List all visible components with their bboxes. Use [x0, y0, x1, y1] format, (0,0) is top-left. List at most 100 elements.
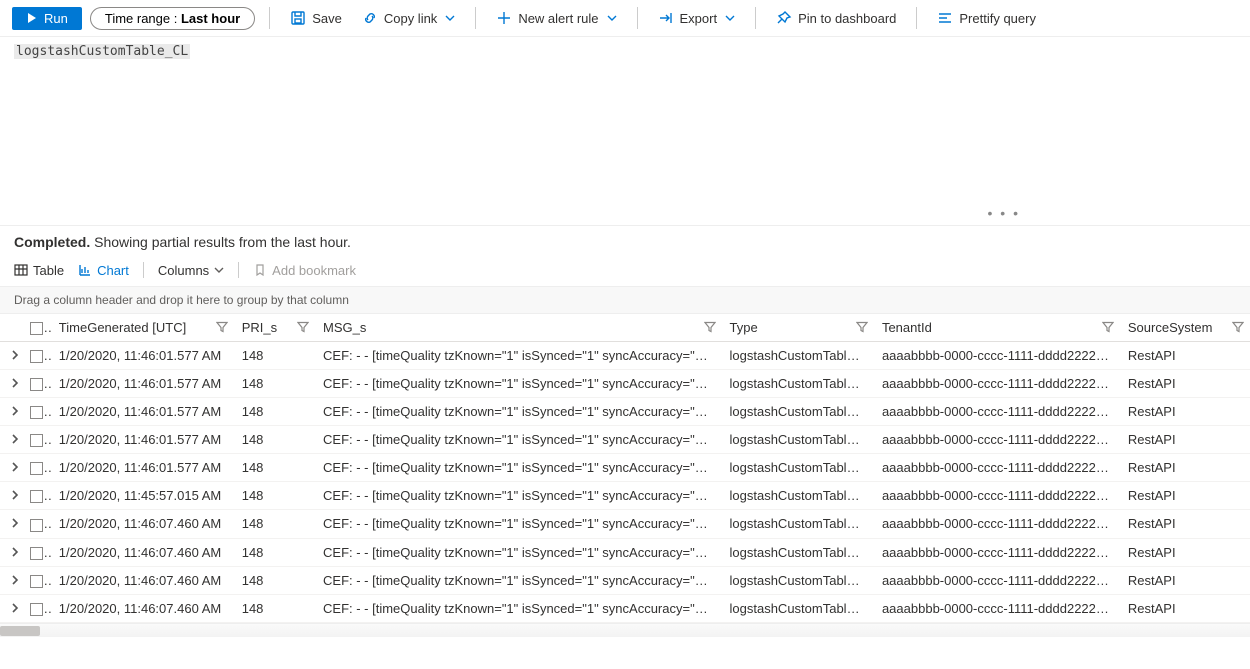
- pin-label: Pin to dashboard: [798, 11, 896, 26]
- header-timegenerated[interactable]: TimeGenerated [UTC]: [51, 314, 234, 342]
- row-checkbox[interactable]: [30, 406, 43, 419]
- row-checkbox[interactable]: [30, 350, 43, 363]
- table-row[interactable]: 1/20/2020, 11:46:07.460 AM148CEF: - - [t…: [0, 538, 1250, 566]
- status-detail: Showing partial results from the last ho…: [90, 234, 351, 250]
- filter-icon[interactable]: [297, 320, 309, 335]
- chevron-down-icon: [214, 265, 224, 275]
- expand-row-button[interactable]: [8, 432, 22, 446]
- row-checkbox[interactable]: [30, 462, 43, 475]
- expand-row-button[interactable]: [8, 573, 22, 587]
- cell-msg: CEF: - - [timeQuality tzKnown="1" isSync…: [315, 538, 722, 566]
- table-row[interactable]: 1/20/2020, 11:46:07.460 AM148CEF: - - [t…: [0, 510, 1250, 538]
- new-alert-rule-button[interactable]: New alert rule: [490, 6, 622, 30]
- columns-dropdown[interactable]: Columns: [158, 263, 224, 278]
- horizontal-scrollbar[interactable]: [0, 623, 1250, 637]
- expand-row-button[interactable]: [8, 601, 22, 615]
- table-row[interactable]: 1/20/2020, 11:46:01.577 AM148CEF: - - [t…: [0, 398, 1250, 426]
- cell-pri: 148: [234, 398, 315, 426]
- view-table-tab[interactable]: Table: [14, 263, 64, 278]
- time-range-value: Last hour: [181, 11, 240, 26]
- row-checkbox[interactable]: [30, 490, 43, 503]
- expand-row-button[interactable]: [8, 516, 22, 530]
- table-row[interactable]: 1/20/2020, 11:46:01.577 AM148CEF: - - [t…: [0, 426, 1250, 454]
- chevron-down-icon: [607, 13, 617, 23]
- header-expand: [0, 314, 22, 342]
- table-row[interactable]: 1/20/2020, 11:46:07.460 AM148CEF: - - [t…: [0, 594, 1250, 622]
- cell-src: RestAPI: [1120, 482, 1250, 510]
- chart-icon: [78, 263, 92, 277]
- table-row[interactable]: 1/20/2020, 11:46:07.460 AM148CEF: - - [t…: [0, 566, 1250, 594]
- filter-icon[interactable]: [1102, 320, 1114, 335]
- query-editor[interactable]: logstashCustomTable_CL • • •: [0, 36, 1250, 226]
- add-bookmark-button: Add bookmark: [253, 263, 356, 278]
- time-range-picker[interactable]: Time range : Last hour: [90, 7, 255, 30]
- prettify-query-button[interactable]: Prettify query: [931, 6, 1042, 30]
- header-type[interactable]: Type: [722, 314, 874, 342]
- separator: [238, 262, 239, 278]
- cell-type: logstashCustomTable_CL: [722, 510, 874, 538]
- cell-msg: CEF: - - [timeQuality tzKnown="1" isSync…: [315, 510, 722, 538]
- col-pri-label: PRI_s: [242, 320, 277, 335]
- row-checkbox[interactable]: [30, 519, 43, 532]
- cell-tenant: aaaabbbb-0000-cccc-1111-dddd2222eeee: [874, 538, 1120, 566]
- expand-row-button[interactable]: [8, 460, 22, 474]
- row-checkbox[interactable]: [30, 547, 43, 560]
- filter-icon[interactable]: [704, 320, 716, 335]
- row-checkbox[interactable]: [30, 434, 43, 447]
- run-button[interactable]: Run: [12, 7, 82, 30]
- filter-icon[interactable]: [856, 320, 868, 335]
- filter-icon[interactable]: [216, 320, 228, 335]
- table-row[interactable]: 1/20/2020, 11:46:01.577 AM148CEF: - - [t…: [0, 454, 1250, 482]
- results-grid: TimeGenerated [UTC] PRI_s MSG_s Type Ten…: [0, 314, 1250, 637]
- prettify-label: Prettify query: [959, 11, 1036, 26]
- table-row[interactable]: 1/20/2020, 11:46:01.577 AM148CEF: - - [t…: [0, 342, 1250, 370]
- copy-link-button[interactable]: Copy link: [356, 6, 461, 30]
- row-checkbox[interactable]: [30, 603, 43, 616]
- row-checkbox[interactable]: [30, 378, 43, 391]
- link-icon: [362, 10, 378, 26]
- separator: [916, 7, 917, 29]
- cell-type: logstashCustomTable_CL: [722, 426, 874, 454]
- chevron-down-icon: [725, 13, 735, 23]
- status-bar: Completed. Showing partial results from …: [0, 226, 1250, 258]
- export-button[interactable]: Export: [652, 6, 742, 30]
- table-icon: [14, 263, 28, 277]
- query-text: logstashCustomTable_CL: [14, 44, 190, 59]
- header-sourcesystem[interactable]: SourceSystem: [1120, 314, 1250, 342]
- header-tenant[interactable]: TenantId: [874, 314, 1120, 342]
- plus-icon: [496, 10, 512, 26]
- splitter-handle[interactable]: • • •: [988, 205, 1020, 221]
- group-by-dropzone[interactable]: Drag a column header and drop it here to…: [0, 287, 1250, 314]
- save-button[interactable]: Save: [284, 6, 348, 30]
- cell-tenant: aaaabbbb-0000-cccc-1111-dddd2222eeee: [874, 426, 1120, 454]
- expand-row-button[interactable]: [8, 376, 22, 390]
- expand-row-button[interactable]: [8, 348, 22, 362]
- expand-row-button[interactable]: [8, 545, 22, 559]
- cell-src: RestAPI: [1120, 510, 1250, 538]
- expand-row-button[interactable]: [8, 488, 22, 502]
- header-checkbox[interactable]: [22, 314, 50, 342]
- view-chart-tab[interactable]: Chart: [78, 263, 129, 278]
- header-pri[interactable]: PRI_s: [234, 314, 315, 342]
- col-tenant-label: TenantId: [882, 320, 932, 335]
- cell-pri: 148: [234, 342, 315, 370]
- expand-row-button[interactable]: [8, 404, 22, 418]
- cell-msg: CEF: - - [timeQuality tzKnown="1" isSync…: [315, 594, 722, 622]
- cell-pri: 148: [234, 566, 315, 594]
- status-completed: Completed.: [14, 234, 90, 250]
- cell-time: 1/20/2020, 11:46:01.577 AM: [51, 426, 234, 454]
- filter-icon[interactable]: [1232, 320, 1244, 335]
- separator: [755, 7, 756, 29]
- pin-to-dashboard-button[interactable]: Pin to dashboard: [770, 6, 902, 30]
- row-checkbox[interactable]: [30, 575, 43, 588]
- table-row[interactable]: 1/20/2020, 11:46:01.577 AM148CEF: - - [t…: [0, 370, 1250, 398]
- table-row[interactable]: 1/20/2020, 11:45:57.015 AM148CEF: - - [t…: [0, 482, 1250, 510]
- select-all-checkbox[interactable]: [30, 322, 43, 335]
- cell-src: RestAPI: [1120, 370, 1250, 398]
- cell-tenant: aaaabbbb-0000-cccc-1111-dddd2222eeee: [874, 370, 1120, 398]
- chart-tab-label: Chart: [97, 263, 129, 278]
- cell-time: 1/20/2020, 11:46:01.577 AM: [51, 370, 234, 398]
- cell-src: RestAPI: [1120, 454, 1250, 482]
- header-msg[interactable]: MSG_s: [315, 314, 722, 342]
- scrollbar-thumb[interactable]: [0, 626, 40, 636]
